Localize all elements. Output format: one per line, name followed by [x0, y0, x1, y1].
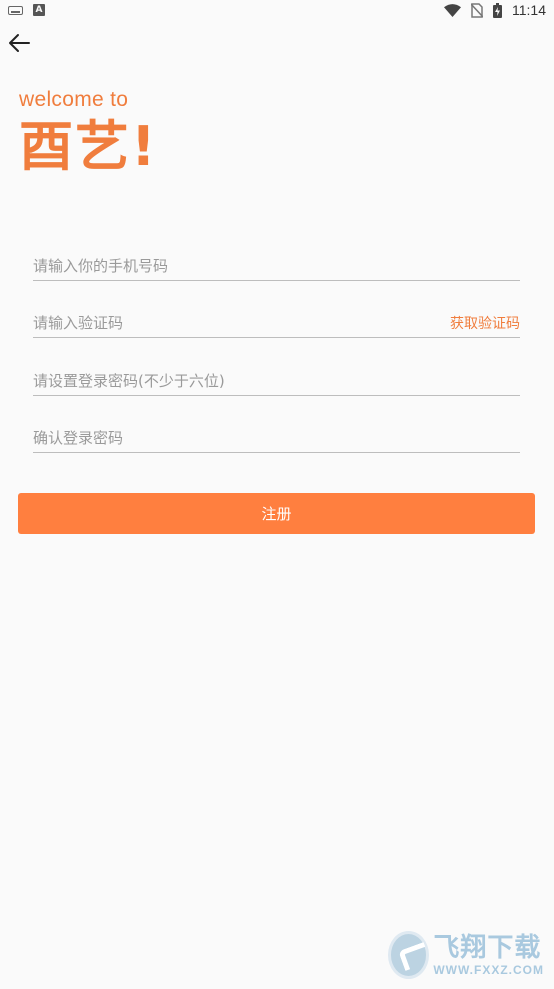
- get-code-button[interactable]: 获取验证码: [450, 313, 520, 333]
- status-bar: A 11:14: [0, 0, 554, 20]
- watermark-text: 飞翔下载: [433, 933, 542, 963]
- confirm-password-field-row: [33, 423, 520, 453]
- watermark: 飞翔下载 WWW.FXXZ.COM: [388, 928, 544, 982]
- a-notification-icon: A: [33, 4, 45, 16]
- watermark-logo-icon: [388, 931, 430, 979]
- watermark-url: WWW.FXXZ.COM: [433, 963, 544, 977]
- password-field-row: [33, 366, 520, 396]
- code-field-row: 获取验证码: [33, 308, 520, 338]
- phone-field-row: [33, 251, 520, 281]
- status-left-icons: A: [8, 4, 45, 16]
- back-button[interactable]: [4, 28, 34, 58]
- watermark-text-block: 飞翔下载 WWW.FXXZ.COM: [433, 933, 544, 977]
- status-time: 11:14: [512, 2, 546, 18]
- no-sim-icon: [471, 2, 483, 18]
- register-button[interactable]: 注册: [18, 493, 535, 534]
- brand-title: 酉艺!: [19, 115, 158, 178]
- phone-input[interactable]: [33, 251, 520, 280]
- keyboard-icon: [8, 5, 23, 15]
- welcome-text: welcome to: [19, 88, 129, 111]
- status-right-icons: 11:14: [444, 2, 546, 18]
- arrow-left-icon: [9, 34, 30, 52]
- wifi-icon: [444, 3, 461, 17]
- verification-code-input[interactable]: [33, 308, 450, 337]
- confirm-password-input[interactable]: [33, 423, 520, 452]
- password-input[interactable]: [33, 366, 520, 395]
- battery-charging-icon: [493, 2, 502, 18]
